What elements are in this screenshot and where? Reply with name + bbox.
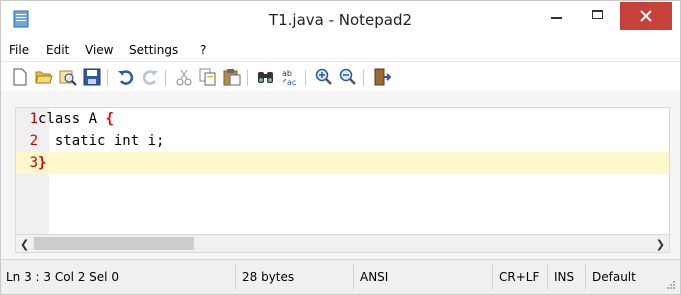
minimize-icon — [551, 17, 562, 19]
maximize-button[interactable] — [578, 2, 618, 30]
code-line-current[interactable]: 3 } — [16, 152, 669, 174]
close-brace: } — [38, 155, 47, 171]
code-line[interactable]: 1 class A { — [16, 108, 669, 130]
line-number: 3 — [29, 155, 38, 171]
minimize-button[interactable] — [536, 2, 576, 30]
maximize-icon — [592, 10, 603, 19]
exit-icon[interactable] — [373, 68, 391, 86]
toolbar-separator — [107, 70, 108, 86]
copy-icon[interactable] — [199, 68, 217, 86]
status-scheme[interactable]: Default — [587, 265, 667, 289]
open-brace: { — [105, 111, 114, 127]
horizontal-scrollbar[interactable]: ❮ ❯ — [15, 235, 670, 253]
cut-icon[interactable] — [175, 68, 193, 86]
code-text: static int i; — [38, 130, 165, 152]
browse-icon[interactable] — [59, 68, 77, 86]
save-icon[interactable] — [83, 68, 101, 86]
status-mode[interactable]: INS — [549, 265, 586, 289]
zoom-in-icon[interactable] — [315, 68, 333, 86]
toolbar-separator — [363, 70, 364, 86]
find-icon[interactable] — [257, 68, 275, 86]
scrollbar-thumb[interactable] — [34, 237, 194, 250]
text-editor[interactable]: 1 class A { 2 static int i; 3 } — [15, 107, 670, 235]
menu-help[interactable]: ? — [200, 43, 206, 57]
toolbar-separator — [305, 70, 306, 86]
line-number: 2 — [29, 133, 38, 149]
code-line[interactable]: 2 static int i; — [16, 130, 669, 152]
new-file-icon[interactable] — [11, 68, 29, 86]
open-folder-icon[interactable] — [35, 68, 53, 86]
redo-icon[interactable] — [141, 68, 159, 86]
scroll-right-icon[interactable]: ❯ — [656, 238, 665, 251]
resize-grip-icon[interactable] — [666, 280, 676, 290]
status-position: Ln 3 : 3 Col 2 Sel 0 — [1, 265, 236, 289]
status-encoding[interactable]: ANSI — [355, 265, 493, 289]
toolbar-separator — [247, 70, 248, 86]
undo-icon[interactable] — [117, 68, 135, 86]
paste-icon[interactable] — [223, 68, 241, 86]
status-eol[interactable]: CR+LF — [494, 265, 548, 289]
line-number: 1 — [29, 111, 38, 127]
toolbar-separator — [165, 70, 166, 86]
code-content: static int i; — [38, 133, 165, 149]
close-button[interactable] — [620, 2, 672, 30]
code-content: class A — [38, 111, 106, 127]
title-bar[interactable]: T1.java - Notepad2 — [1, 1, 680, 39]
status-size: 28 bytes — [237, 265, 354, 289]
notepad2-window: T1.java - Notepad2 File Edit View Settin… — [0, 0, 681, 295]
menu-bar: File Edit View Settings ? — [1, 39, 680, 61]
menu-settings[interactable]: Settings — [129, 43, 178, 57]
code-text: } — [38, 152, 46, 174]
menu-file[interactable]: File — [9, 43, 29, 57]
menu-edit[interactable]: Edit — [46, 43, 69, 57]
svg-text:ab: ab — [282, 69, 292, 78]
scroll-left-icon[interactable]: ❮ — [20, 238, 29, 251]
menu-view[interactable]: View — [85, 43, 113, 57]
svg-text:ac: ac — [287, 78, 296, 86]
status-bar: Ln 3 : 3 Col 2 Sel 0 28 bytes ANSI CR+LF… — [1, 259, 680, 294]
replace-icon[interactable]: ab ac — [281, 68, 299, 86]
close-icon — [640, 10, 652, 22]
toolbar: ab ac — [1, 61, 680, 91]
code-text: class A { — [38, 108, 114, 130]
zoom-out-icon[interactable] — [339, 68, 357, 86]
